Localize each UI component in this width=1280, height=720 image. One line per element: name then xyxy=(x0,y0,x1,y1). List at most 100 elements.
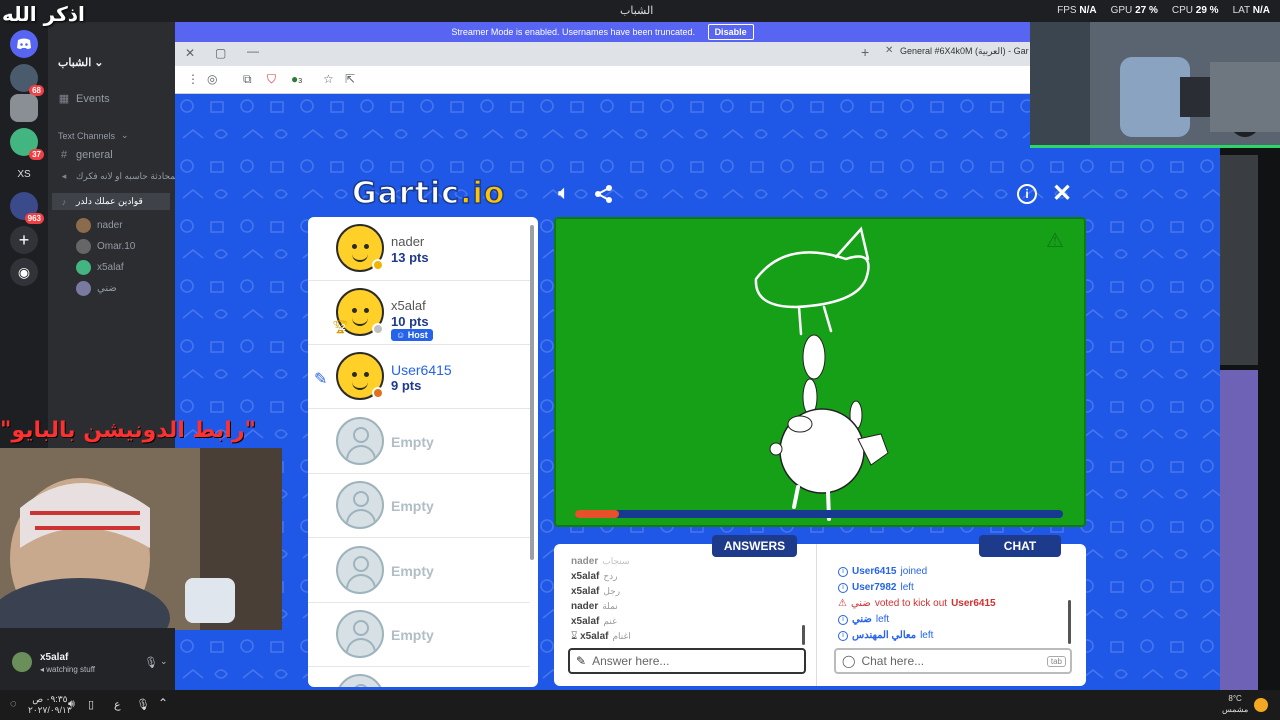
disable-streamer-button[interactable]: Disable xyxy=(707,24,754,40)
browser-toolbar: ⋮ ◎ ⧉ ⛉ ●3 ☆ ⇱ xyxy=(175,66,1030,94)
answers-scrollbar[interactable] xyxy=(802,625,805,645)
share-icon[interactable] xyxy=(594,184,614,209)
minimize-icon[interactable]: — xyxy=(247,44,259,58)
server-icon[interactable]: 68 xyxy=(10,64,44,96)
empty-avatar-icon xyxy=(336,546,384,594)
empty-label: Empty xyxy=(391,434,434,450)
discord-home-icon[interactable] xyxy=(10,30,38,58)
channel-general[interactable]: # general xyxy=(58,149,113,161)
chat-line-kick: ⚠︎ ضني voted to kick out User6415 xyxy=(838,598,996,609)
player-name: nader xyxy=(391,234,425,249)
server-badge: 963 xyxy=(24,213,44,224)
cpu-value: 29 % xyxy=(1195,5,1219,16)
chat-line: i معالي المهندس left xyxy=(838,630,933,641)
answer-line: nader سنجاب xyxy=(571,556,630,567)
channel-voice[interactable]: ◂ للمحادثة حاسبه او لانه فكرك xyxy=(58,171,181,182)
player-row[interactable]: 🏆︎ 2 x5alaf 10 pts ☺ Host xyxy=(308,281,530,345)
explore-icon[interactable]: ◉ xyxy=(10,258,38,286)
server-icon[interactable]: 963 xyxy=(10,192,44,224)
chat-input[interactable]: ◯ Chat here... tab xyxy=(834,648,1072,674)
avatar[interactable] xyxy=(12,652,32,672)
text-channels-header[interactable]: Text Channels ⌄ xyxy=(58,130,129,141)
notification-icon[interactable]: ◌ xyxy=(10,698,17,710)
webcam-image xyxy=(0,448,282,630)
hash-icon: # xyxy=(60,149,68,161)
channel-voice-active[interactable]: ♪ قوادين عملك دلدر xyxy=(52,193,170,210)
chevron-down-icon[interactable]: ⌄ xyxy=(160,656,168,667)
browser-tab-title[interactable]: General #6X4k0M (العربية) - Gar xyxy=(900,46,1029,57)
weather-widget[interactable]: 8°C مشمس xyxy=(1222,693,1248,715)
microphone-icon[interactable]: 🎙︎ xyxy=(144,656,158,669)
windows-taskbar: ٠٩:٣٥ ص ٢٠٢٧/٠٩/١٣ ◌ 🔊︎ ▯ ع 🎙︎ ⌃ 8°C مشم… xyxy=(0,690,1280,720)
background-window xyxy=(1220,370,1258,690)
player-row[interactable]: nader 13 pts xyxy=(308,217,530,281)
events-item[interactable]: ▦ Events xyxy=(58,92,110,106)
chat-line: i ضني left xyxy=(838,614,889,625)
webcam-image xyxy=(1030,22,1280,145)
weather-temp: 8°C xyxy=(1228,694,1242,703)
bookmark-star-icon[interactable]: ☆ xyxy=(323,72,334,86)
avatar xyxy=(76,239,91,254)
server-icon-active[interactable] xyxy=(10,94,38,122)
chat-tab[interactable]: CHAT xyxy=(979,535,1061,557)
round-progress-fill xyxy=(575,510,619,518)
overlay-dhikr-text: اذكر الله xyxy=(2,2,85,26)
server-name[interactable]: الشباب ⌄ xyxy=(58,56,104,69)
chat-scrollbar[interactable] xyxy=(1068,600,1071,644)
profile-icon[interactable]: ◎ xyxy=(207,72,217,86)
info-icon[interactable]: i xyxy=(1017,184,1037,204)
player-status-dot xyxy=(372,259,384,271)
empty-label: Empty xyxy=(391,627,434,643)
player-name: x5alaf xyxy=(391,298,426,313)
maximize-icon[interactable]: ▢ xyxy=(215,46,226,60)
player-row-drawing[interactable]: ✎ User6415 9 pts xyxy=(308,345,530,409)
menu-icon[interactable]: ⋮ xyxy=(187,72,199,86)
clock[interactable]: ٠٩:٣٥ ص ٢٠٢٧/٠٩/١٣ xyxy=(28,694,72,716)
chat-placeholder: Chat here... xyxy=(861,654,925,668)
chevron-up-icon[interactable]: ⌃ xyxy=(158,696,168,710)
empty-slot: Empty xyxy=(308,474,530,538)
answer-line: x5alaf ردح xyxy=(571,571,618,582)
lat-value: N/A xyxy=(1252,5,1270,16)
tab-close-icon[interactable]: ✕ xyxy=(885,45,893,56)
player-points: 10 pts xyxy=(391,314,429,329)
players-scrollbar[interactable] xyxy=(530,225,534,560)
empty-slot: Empty xyxy=(308,539,530,603)
server-icon-xs[interactable]: XS xyxy=(10,160,38,188)
answer-input[interactable]: ✎ Answer here... xyxy=(568,648,806,674)
report-warning-icon[interactable]: ⚠︎ xyxy=(1046,228,1064,253)
info-small-icon: i xyxy=(838,614,848,625)
battery-icon[interactable]: ▯ xyxy=(88,698,94,711)
chat-line: i User6415 joined xyxy=(838,566,927,577)
extensions-icon[interactable]: ⧉ xyxy=(243,72,252,87)
voice-user[interactable]: Omar.10 xyxy=(76,239,135,254)
new-tab-icon[interactable]: + xyxy=(861,44,869,60)
cpu-label: CPU xyxy=(1171,5,1193,16)
voice-user[interactable]: ضني xyxy=(76,281,117,296)
server-badge: 37 xyxy=(29,149,44,160)
voice-wave-icon: ♪ xyxy=(61,196,67,207)
sun-icon xyxy=(1254,698,1268,712)
language-indicator[interactable]: ع xyxy=(114,698,121,711)
close-icon[interactable]: ✕ xyxy=(1052,179,1072,208)
server-icon[interactable]: 37 xyxy=(10,128,44,160)
add-server-icon[interactable]: + xyxy=(10,226,38,254)
calendar-icon: ▦ xyxy=(58,93,70,105)
voice-user[interactable]: x5alaf xyxy=(76,260,124,275)
hourglass-icon: ⌛︎ xyxy=(571,631,578,642)
drawing-canvas[interactable] xyxy=(554,217,1086,527)
voice-user[interactable]: nader xyxy=(76,218,123,233)
volume-icon[interactable]: 🔊︎ xyxy=(68,698,75,711)
share-page-icon[interactable]: ⇱ xyxy=(345,72,355,86)
close-window-icon[interactable]: ✕ xyxy=(185,46,195,60)
avatar xyxy=(76,218,91,233)
extension-icon[interactable]: ●3 xyxy=(291,72,302,86)
player-points: 9 pts xyxy=(391,378,422,393)
sound-icon[interactable]: 🔈︎ xyxy=(558,182,570,205)
mic-tray-icon[interactable]: 🎙︎ xyxy=(136,698,150,711)
rank-number: 2 xyxy=(341,323,346,332)
shield-icon[interactable]: ⛉ xyxy=(267,72,276,87)
answers-tab[interactable]: ANSWERS xyxy=(712,535,797,557)
avatar xyxy=(76,281,91,296)
webcam-main-feed xyxy=(0,448,282,630)
